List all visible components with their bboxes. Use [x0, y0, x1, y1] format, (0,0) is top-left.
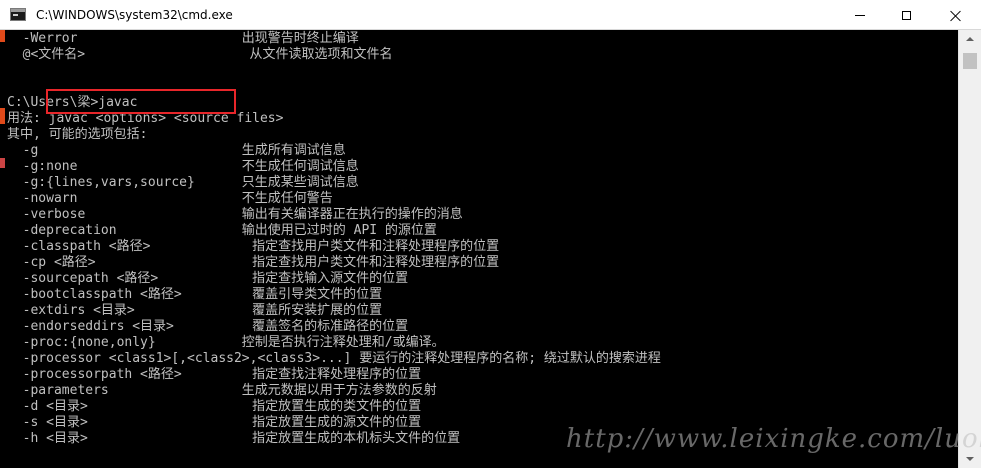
console-line: C:\Users\梁>javac: [7, 95, 138, 110]
console-line: 用法: javac <options> <source files>: [7, 111, 284, 126]
background-window-edge: [0, 30, 6, 468]
scroll-up-button[interactable]: [959, 30, 981, 48]
console-line: -g 生成所有调试信息: [7, 143, 346, 158]
minimize-button[interactable]: [837, 0, 883, 30]
console-line: -s <目录> 指定放置生成的源文件的位置: [7, 415, 422, 430]
window-title: C:\WINDOWS\system32\cmd.exe: [36, 8, 233, 22]
console-line: -parameters 生成元数据以用于方法参数的反射: [7, 383, 437, 398]
console-lines: -Werror 出现警告时终止编译 @<文件名> 从文件读取选项和文件名 C:\U…: [7, 31, 661, 447]
maximize-icon: [901, 10, 911, 20]
close-icon: [950, 10, 961, 21]
maximize-button[interactable]: [883, 0, 929, 30]
console-line: -g:none 不生成任何调试信息: [7, 159, 359, 174]
background-window-mark: [0, 158, 5, 168]
console-line: 其中, 可能的选项包括:: [7, 127, 148, 142]
cmd-window: C:\WINDOWS\system32\cmd.exe -Werror 出现警告…: [0, 0, 981, 468]
console-line: -bootclasspath <路径> 覆盖引导类文件的位置: [7, 287, 383, 302]
scroll-down-button[interactable]: [959, 450, 981, 468]
console-line: -extdirs <目录> 覆盖所安装扩展的位置: [7, 303, 383, 318]
vertical-scrollbar[interactable]: [958, 30, 981, 468]
console-line: -deprecation 输出使用已过时的 API 的源位置: [7, 223, 437, 238]
console-output[interactable]: -Werror 出现警告时终止编译 @<文件名> 从文件读取选项和文件名 C:\U…: [0, 30, 958, 468]
title-bar[interactable]: C:\WINDOWS\system32\cmd.exe: [0, 0, 981, 30]
console-line: -sourcepath <路径> 指定查找输入源文件的位置: [7, 271, 409, 286]
console-line: -proc:{none,only} 控制是否执行注释处理和/或编译。: [7, 335, 445, 350]
console-line: -d <目录> 指定放置生成的类文件的位置: [7, 399, 422, 414]
background-window-mark: [0, 108, 5, 124]
console-line: -nowarn 不生成任何警告: [7, 191, 333, 206]
console-line: -g:{lines,vars,source} 只生成某些调试信息: [7, 175, 359, 190]
background-window-mark: [0, 30, 5, 42]
console-line: @<文件名> 从文件读取选项和文件名: [7, 47, 393, 62]
console-line: -cp <路径> 指定查找用户类文件和注释处理程序的位置: [7, 255, 500, 270]
scroll-down-arrow-icon: [966, 457, 974, 461]
scroll-thumb[interactable]: [963, 53, 977, 69]
scroll-up-arrow-icon: [966, 37, 974, 41]
console-line: -endorseddirs <目录> 覆盖签名的标准路径的位置: [7, 319, 409, 334]
console-line: -processor <class1>[,<class2>,<class3>..…: [7, 351, 661, 366]
minimize-icon: [855, 14, 865, 16]
console-line: -classpath <路径> 指定查找用户类文件和注释处理程序的位置: [7, 239, 500, 254]
close-button[interactable]: [929, 0, 981, 30]
console-line: -Werror 出现警告时终止编译: [7, 31, 359, 46]
console-line: -verbose 输出有关编译器正在执行的操作的消息: [7, 207, 463, 222]
cmd-icon[interactable]: [10, 8, 26, 21]
console-line: -h <目录> 指定放置生成的本机标头文件的位置: [7, 431, 461, 446]
console-line: -processorpath <路径> 指定查找注释处理程序的位置: [7, 367, 422, 382]
